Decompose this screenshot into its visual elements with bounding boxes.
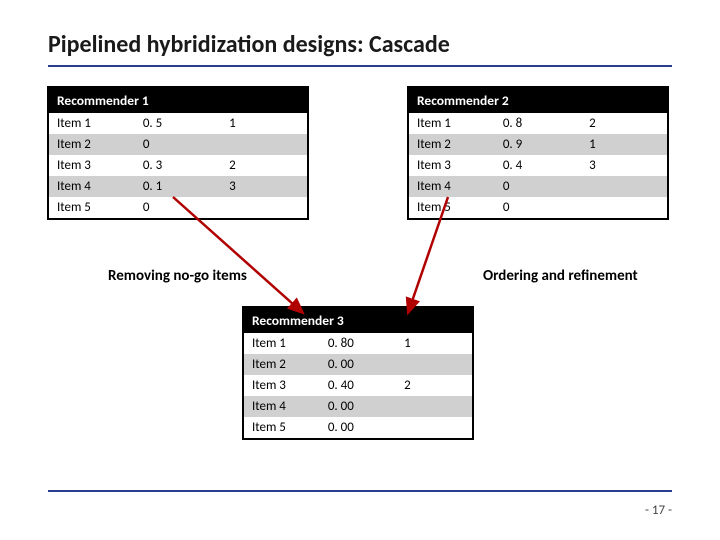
table-header: Recommender 3: [244, 308, 473, 334]
cell-score: 0: [135, 134, 221, 155]
table-row: Item 4 0. 1 3: [49, 176, 308, 197]
table-header: Recommender 1: [49, 88, 308, 114]
table-row: Item 2 0. 00: [244, 354, 473, 375]
slide: Pipelined hybridization designs: Cascade…: [0, 0, 720, 540]
cell-item: Item 4: [49, 176, 135, 197]
slide-title: Pipelined hybridization designs: Cascade: [48, 30, 672, 59]
cell-score: 0: [495, 176, 581, 197]
cell-item: Item 2: [244, 354, 320, 375]
cell-rank: [396, 417, 472, 439]
cell-rank: 2: [396, 375, 472, 396]
table-row: Item 3 0. 40 2: [244, 375, 473, 396]
cell-rank: 1: [581, 134, 667, 155]
table-row: Item 5 0. 00: [244, 417, 473, 439]
cell-item: Item 3: [49, 155, 135, 176]
cell-rank: [221, 134, 307, 155]
cell-rank: 2: [221, 155, 307, 176]
cell-score: 0. 40: [320, 375, 396, 396]
caption-ordering: Ordering and refinement: [483, 267, 638, 285]
table-row: Item 3 0. 3 2: [49, 155, 308, 176]
table-row: Item 4 0: [409, 176, 668, 197]
table-recommender-3: Recommender 3 Item 1 0. 80 1 Item 2 0. 0…: [243, 307, 473, 439]
cell-item: Item 2: [409, 134, 495, 155]
cell-score: 0. 80: [320, 333, 396, 354]
cell-item: Item 5: [409, 197, 495, 219]
cell-score: 0. 9: [495, 134, 581, 155]
caption-removing: Removing no-go items: [108, 267, 247, 285]
content-area: Recommender 1 Item 1 0. 5 1 Item 2 0 Ite…: [48, 87, 672, 467]
table-row: Item 2 0. 9 1: [409, 134, 668, 155]
cell-score: 0. 00: [320, 396, 396, 417]
cell-item: Item 1: [49, 113, 135, 134]
table-row: Item 5 0: [409, 197, 668, 219]
cell-item: Item 3: [409, 155, 495, 176]
cell-rank: [396, 354, 472, 375]
footer-divider: [48, 490, 672, 492]
title-divider: [48, 65, 672, 67]
table-recommender-2: Recommender 2 Item 1 0. 8 2 Item 2 0. 9 …: [408, 87, 668, 219]
cell-rank: 3: [221, 176, 307, 197]
cell-score: 0. 8: [495, 113, 581, 134]
cell-score: 0. 3: [135, 155, 221, 176]
cell-item: Item 1: [409, 113, 495, 134]
cell-item: Item 4: [244, 396, 320, 417]
cell-item: Item 4: [409, 176, 495, 197]
page-number: - 17 -: [645, 503, 672, 518]
cell-rank: 3: [581, 155, 667, 176]
cell-item: Item 3: [244, 375, 320, 396]
cell-score: 0. 00: [320, 354, 396, 375]
cell-rank: [396, 396, 472, 417]
cell-score: 0. 00: [320, 417, 396, 439]
cell-item: Item 2: [49, 134, 135, 155]
table-header: Recommender 2: [409, 88, 668, 114]
cell-rank: [581, 176, 667, 197]
cell-score: 0. 5: [135, 113, 221, 134]
cell-rank: [581, 197, 667, 219]
cell-item: Item 1: [244, 333, 320, 354]
cell-rank: 2: [581, 113, 667, 134]
cell-item: Item 5: [244, 417, 320, 439]
cell-item: Item 5: [49, 197, 135, 219]
cell-rank: 1: [396, 333, 472, 354]
cell-score: 0: [495, 197, 581, 219]
table-row: Item 1 0. 80 1: [244, 333, 473, 354]
table-row: Item 1 0. 5 1: [49, 113, 308, 134]
table-row: Item 4 0. 00: [244, 396, 473, 417]
table-row: Item 5 0: [49, 197, 308, 219]
cell-rank: 1: [221, 113, 307, 134]
table-recommender-1: Recommender 1 Item 1 0. 5 1 Item 2 0 Ite…: [48, 87, 308, 219]
cell-rank: [221, 197, 307, 219]
cell-score: 0. 1: [135, 176, 221, 197]
cell-score: 0. 4: [495, 155, 581, 176]
table-row: Item 1 0. 8 2: [409, 113, 668, 134]
table-row: Item 2 0: [49, 134, 308, 155]
cell-score: 0: [135, 197, 221, 219]
table-row: Item 3 0. 4 3: [409, 155, 668, 176]
